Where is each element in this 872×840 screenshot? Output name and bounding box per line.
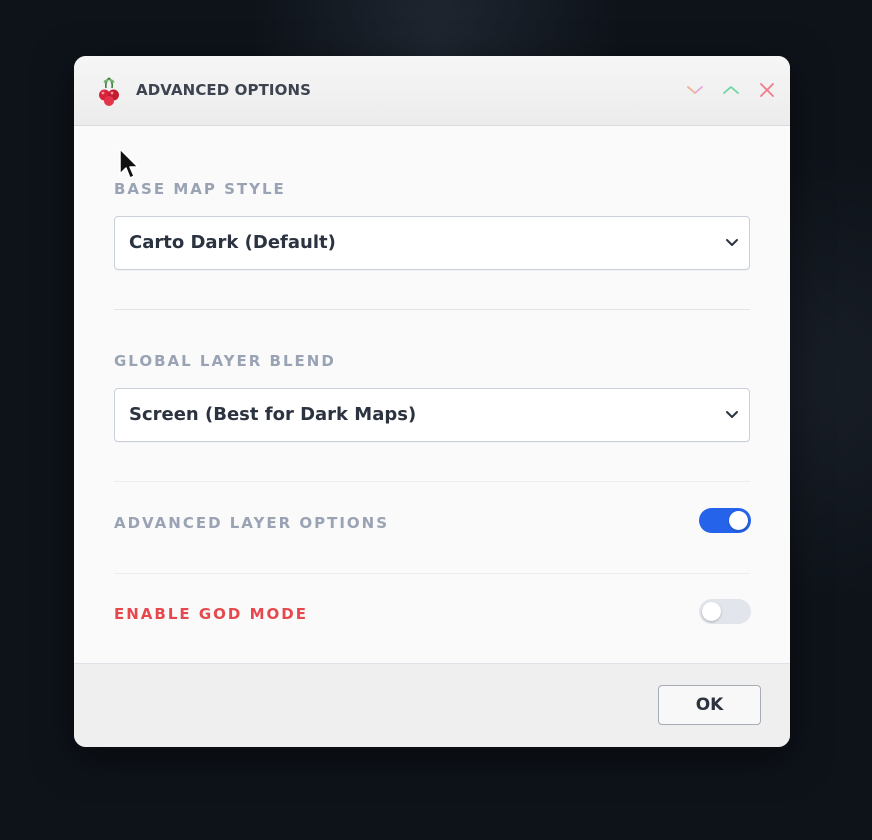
base-map-style-value: Carto Dark (Default) xyxy=(129,232,336,253)
window-title: ADVANCED OPTIONS xyxy=(136,81,312,99)
chevron-down-icon xyxy=(726,411,738,418)
base-map-style-select[interactable]: Carto Dark (Default) xyxy=(114,216,750,270)
enable-god-mode-toggle[interactable] xyxy=(699,599,751,624)
cherry-icon xyxy=(99,77,119,106)
mouse-cursor-icon xyxy=(119,148,139,179)
global-layer-blend-value: Screen (Best for Dark Maps) xyxy=(129,404,417,425)
section-divider xyxy=(114,481,750,482)
advanced-layer-options-toggle[interactable] xyxy=(699,508,751,533)
base-map-style-label: BASE MAP STYLE xyxy=(114,180,286,198)
global-layer-blend-label: GLOBAL LAYER BLEND xyxy=(114,352,336,370)
section-divider xyxy=(114,309,750,310)
ok-button[interactable]: OK xyxy=(658,685,761,725)
close-icon[interactable] xyxy=(757,80,777,100)
toggle-knob xyxy=(702,602,721,621)
advanced-options-dialog: ADVANCED OPTIONS BASE MAP STYLE Carto Da… xyxy=(74,56,790,747)
dialog-footer: OK xyxy=(74,663,790,747)
section-divider xyxy=(114,573,750,574)
advanced-layer-options-label: ADVANCED LAYER OPTIONS xyxy=(114,514,390,532)
enable-god-mode-label: ENABLE GOD MODE xyxy=(114,605,308,623)
toggle-knob xyxy=(729,511,748,530)
global-layer-blend-select[interactable]: Screen (Best for Dark Maps) xyxy=(114,388,750,442)
minimize-icon[interactable] xyxy=(685,80,705,100)
title-bar[interactable]: ADVANCED OPTIONS xyxy=(74,56,790,126)
maximize-icon[interactable] xyxy=(721,80,741,100)
chevron-down-icon xyxy=(726,239,738,246)
